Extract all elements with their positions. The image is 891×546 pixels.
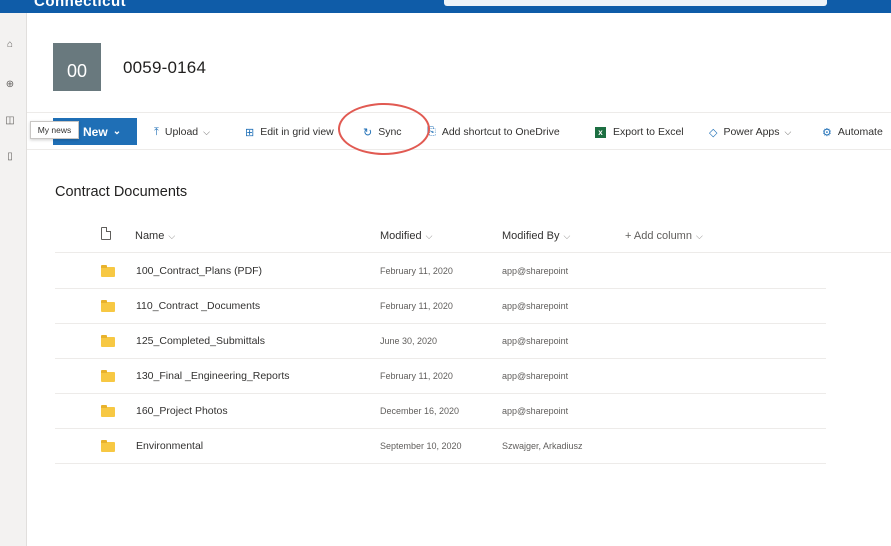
power-apps-button[interactable]: ◇ Power Apps ⌵	[709, 125, 791, 139]
grid-icon: ⊞	[245, 126, 255, 139]
table-row[interactable]: 160_Project Photos December 16, 2020 app…	[55, 394, 826, 429]
sync-highlight-circle	[338, 103, 430, 155]
column-modified-label: Modified	[380, 230, 422, 242]
chevron-down-icon: ⌵	[168, 231, 176, 241]
row-modified-by: app@sharepoint	[502, 371, 569, 381]
my-news-tooltip: My news	[30, 121, 79, 139]
file-type-icon[interactable]	[101, 227, 111, 240]
row-modified: December 16, 2020	[380, 406, 460, 416]
row-modified: September 10, 2020	[380, 441, 462, 451]
chevron-down-icon: ⌵	[563, 231, 571, 241]
folder-icon	[101, 370, 115, 382]
folder-icon	[101, 300, 115, 312]
table-row[interactable]: Environmental September 10, 2020 Szwajge…	[55, 429, 826, 464]
automate-icon: ⚙	[822, 126, 832, 139]
column-name-label: Name	[135, 230, 165, 242]
row-name[interactable]: 125_Completed_Submittals	[136, 335, 265, 347]
row-name[interactable]: 110_Contract _Documents	[136, 300, 260, 312]
column-header: Name ⌵ Modified ⌵ Modified By ⌵ + Add colum…	[55, 219, 891, 253]
row-modified-by: app@sharepoint	[502, 336, 569, 346]
row-name[interactable]: 160_Project Photos	[136, 405, 228, 417]
folder-icon	[101, 335, 115, 347]
news-icon[interactable]: ◫	[5, 115, 15, 127]
library-title[interactable]: Contract Documents	[55, 184, 187, 200]
powerapps-icon: ◇	[709, 126, 718, 139]
row-modified-by: app@sharepoint	[502, 301, 569, 311]
search-box[interactable]	[444, 0, 827, 6]
excel-label: Export to Excel	[613, 126, 684, 138]
upload-label: Upload	[164, 126, 199, 138]
excel-icon: x	[595, 126, 606, 138]
column-name[interactable]: Name ⌵	[135, 230, 175, 242]
add-column-button[interactable]: + Add column ⌵	[625, 230, 703, 242]
chevron-down-icon: ⌵	[695, 231, 703, 241]
row-name[interactable]: 130_Final _Engineering_Reports	[136, 370, 290, 382]
row-modified: February 11, 2020	[380, 301, 453, 311]
row-name[interactable]: 100_Contract_Plans (PDF)	[136, 265, 262, 277]
row-name[interactable]: Environmental	[136, 440, 203, 452]
chevron-down-icon: ⌄	[112, 126, 122, 137]
new-button-label: New	[83, 124, 108, 139]
folder-icon	[101, 265, 115, 277]
column-modified-by[interactable]: Modified By ⌵	[502, 230, 570, 242]
globe-icon[interactable]: ⊕	[5, 79, 15, 91]
chevron-down-icon: ⌵	[203, 126, 210, 137]
add-shortcut-button[interactable]: ⎘ Add shortcut to OneDrive	[427, 125, 560, 139]
row-modified: February 11, 2020	[380, 371, 453, 381]
suite-bar: Connecticut	[0, 0, 891, 13]
site-brand[interactable]: Connecticut	[34, 0, 126, 10]
grid-label: Edit in grid view	[260, 126, 334, 138]
shortcut-label: Add shortcut to OneDrive	[441, 126, 560, 138]
doc-icon[interactable]: ▯	[5, 151, 15, 163]
upload-icon: ⤒	[154, 125, 159, 138]
folder-icon	[101, 440, 115, 452]
app-bar: ⌂ ⊕ ◫ ▯	[0, 13, 27, 546]
folder-icon	[101, 405, 115, 417]
table-row[interactable]: 100_Contract_Plans (PDF) February 11, 20…	[55, 254, 826, 289]
powerapps-label: Power Apps	[723, 126, 780, 138]
row-modified-by: app@sharepoint	[502, 406, 569, 416]
site-logo[interactable]: 00	[53, 43, 101, 91]
column-modified-by-label: Modified By	[502, 230, 560, 242]
chevron-down-icon: ⌵	[784, 126, 792, 137]
add-column-label: + Add column	[625, 230, 692, 242]
upload-button[interactable]: ⤒ Upload ⌵	[154, 125, 210, 139]
row-modified: February 11, 2020	[380, 266, 453, 276]
row-modified: June 30, 2020	[380, 336, 438, 346]
table-row[interactable]: 110_Contract _Documents February 11, 202…	[55, 289, 826, 324]
row-modified-by: app@sharepoint	[502, 266, 569, 276]
home-icon[interactable]: ⌂	[5, 39, 15, 51]
automate-button[interactable]: ⚙ Automate	[822, 125, 883, 139]
row-modified-by: Szwajger, Arkadiusz	[502, 441, 583, 451]
edit-grid-view-button[interactable]: ⊞ Edit in grid view	[245, 125, 334, 139]
command-bar: New ⌄ ⤒ Upload ⌵ ⊞ Edit in grid view ↻ S…	[27, 112, 891, 150]
site-title[interactable]: 0059-0164	[123, 58, 206, 78]
automate-label: Automate	[837, 126, 883, 138]
chevron-down-icon: ⌵	[425, 231, 433, 241]
table-row[interactable]: 125_Completed_Submittals June 30, 2020 a…	[55, 324, 826, 359]
export-excel-button[interactable]: x Export to Excel	[595, 125, 684, 139]
table-row[interactable]: 130_Final _Engineering_Reports February …	[55, 359, 826, 394]
column-modified[interactable]: Modified ⌵	[380, 230, 432, 242]
